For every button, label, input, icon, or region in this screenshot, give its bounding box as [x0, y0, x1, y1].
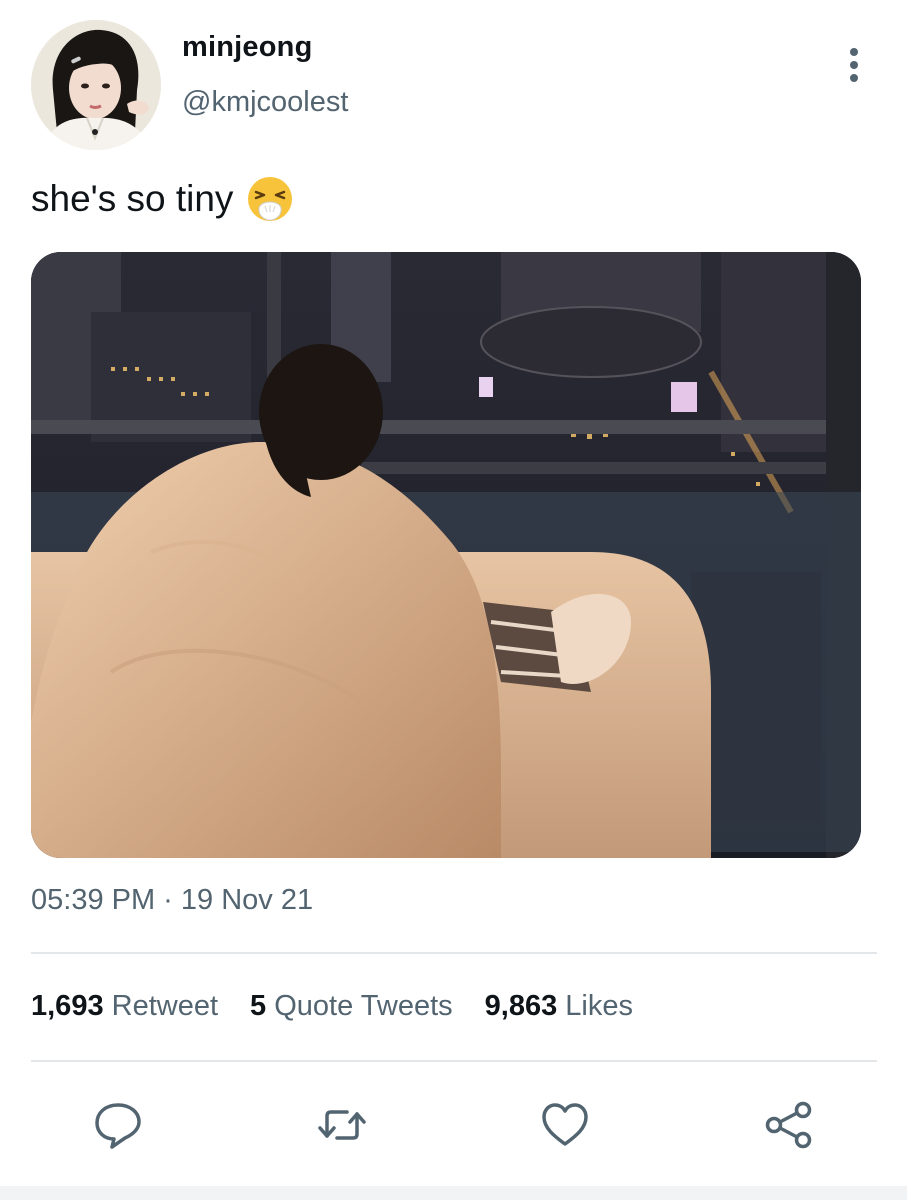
tweet-text: she's so tiny: [31, 174, 295, 224]
tweet-timestamp[interactable]: 05:39 PM · 19 Nov 21: [31, 884, 313, 917]
reply-icon: [95, 1103, 141, 1149]
retweet-label: Retweet: [111, 990, 219, 1022]
likes-count: 9,863: [484, 990, 558, 1022]
divider: [31, 952, 877, 954]
retweet-count-link[interactable]: 1,693 Retweet: [31, 990, 218, 1023]
more-options-icon[interactable]: [836, 40, 872, 90]
author-handle[interactable]: @kmjcoolest: [182, 86, 348, 119]
tweet-actions: [0, 1098, 907, 1152]
tweet-text-content: she's so tiny: [31, 178, 234, 219]
avatar-image: [31, 20, 161, 150]
quote-count-link[interactable]: 5 Quote Tweets: [250, 990, 453, 1023]
sneezing-face-emoji-icon: [245, 174, 295, 224]
retweet-count: 1,693: [31, 990, 104, 1022]
author-avatar[interactable]: [31, 20, 161, 150]
photo-image: [31, 252, 861, 858]
likes-count-link[interactable]: 9,863 Likes: [485, 990, 633, 1023]
more-dot: [850, 61, 858, 69]
more-dot: [850, 48, 858, 56]
share-button[interactable]: [762, 1098, 816, 1152]
quote-label: Quote Tweets: [274, 990, 453, 1022]
like-button[interactable]: [538, 1098, 592, 1152]
share-icon: [765, 1101, 812, 1149]
heart-icon: [542, 1103, 588, 1146]
retweet-button[interactable]: [315, 1098, 369, 1152]
bottom-edge: [0, 1186, 907, 1200]
retweet-icon: [318, 1110, 366, 1140]
tweet-photo[interactable]: [31, 252, 861, 858]
quote-count: 5: [250, 990, 267, 1022]
more-dot: [850, 74, 858, 82]
divider: [31, 1060, 877, 1062]
tweet-stats: 1,693 Retweet 5 Quote Tweets 9,863 Likes: [31, 990, 633, 1023]
reply-button[interactable]: [91, 1098, 145, 1152]
likes-label: Likes: [565, 990, 633, 1022]
author-display-name[interactable]: minjeong: [182, 31, 313, 64]
